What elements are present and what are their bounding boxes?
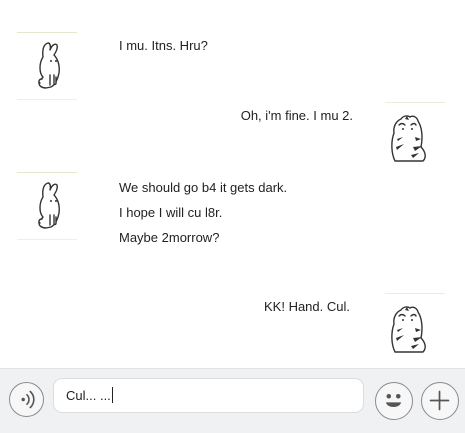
bunny-icon — [38, 42, 60, 89]
tiger-icon — [391, 306, 426, 353]
bunny-avatar[interactable] — [17, 32, 77, 100]
plus-icon — [429, 390, 450, 411]
text-cursor — [111, 387, 113, 403]
bunny-icon — [38, 182, 60, 229]
message-text: I hope I will cu l8r. — [119, 205, 223, 220]
smiley-icon — [385, 393, 402, 408]
chat-area[interactable]: I mu. Itns. Hru? Oh, i'm fine. I mu 2. W… — [0, 0, 465, 368]
tiger-avatar[interactable] — [385, 293, 445, 360]
voice-button[interactable] — [9, 382, 44, 417]
emoji-button[interactable] — [375, 382, 413, 420]
tiger-avatar[interactable] — [385, 102, 445, 169]
tiger-icon — [391, 115, 426, 162]
message-text: I mu. Itns. Hru? — [119, 38, 208, 53]
message-text: Oh, i'm fine. I mu 2. — [240, 108, 353, 123]
bunny-avatar[interactable] — [17, 172, 77, 240]
message-input-value: Cul... ... — [66, 388, 111, 403]
voice-icon — [21, 390, 35, 409]
message-text: We should go b4 it gets dark. — [119, 180, 288, 195]
add-button[interactable] — [421, 382, 459, 420]
message-text: KK! Hand. Cul. — [264, 299, 350, 314]
message-input[interactable]: Cul... ... — [53, 378, 364, 413]
message-text: Maybe 2morrow? — [119, 230, 220, 245]
